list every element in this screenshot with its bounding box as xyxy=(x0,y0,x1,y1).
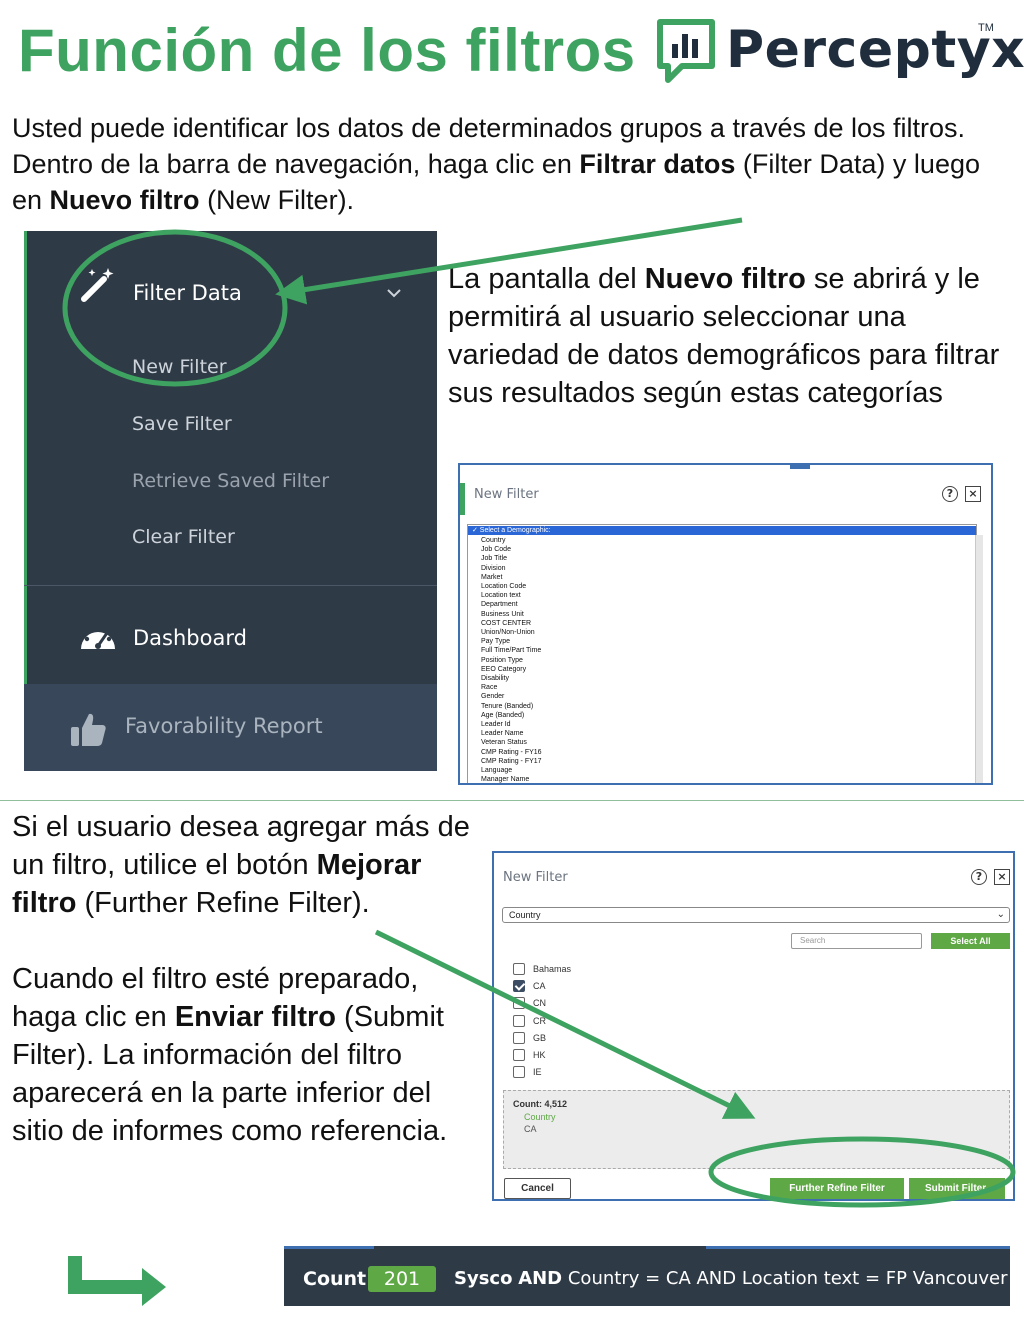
checkbox[interactable] xyxy=(513,963,525,975)
dropdown-option[interactable]: Union/Non-Union xyxy=(481,628,542,637)
dropdown-option[interactable]: Tenure (Banded) xyxy=(481,702,542,711)
sidebar-item-dashboard[interactable]: Dashboard xyxy=(133,626,247,650)
checkbox-label: Bahamas xyxy=(533,964,572,974)
sidebar-item-favorability-report-row[interactable]: Favorability Report xyxy=(24,684,437,771)
chart-bubble-icon xyxy=(657,19,715,83)
dropdown-option[interactable]: Age (Banded) xyxy=(481,711,542,720)
checkbox-label: CN xyxy=(533,998,546,1009)
filter-count-bar: Count: 201 Sysco AND Country = CA AND Lo… xyxy=(284,1246,1010,1306)
checkbox[interactable] xyxy=(513,1014,525,1027)
sidebar-item-filter-data[interactable]: Filter Data xyxy=(133,281,242,305)
dropdown-selected-option[interactable]: ✓ Select a Demographic: xyxy=(468,526,976,535)
magic-wand-icon xyxy=(81,268,114,302)
summary-value: CA xyxy=(524,1124,537,1134)
dropdown-option[interactable]: Country xyxy=(481,536,542,545)
checkbox-label: GB xyxy=(533,1032,547,1043)
checkbox-label: IE xyxy=(533,1067,542,1078)
dropdown-option[interactable]: Department xyxy=(481,600,542,609)
chevron-down-icon[interactable] xyxy=(386,288,402,298)
dropdown-option[interactable]: Leader Name xyxy=(481,729,542,738)
dropdown-option[interactable]: EEO Category xyxy=(481,665,542,674)
sidebar-item-new-filter[interactable]: New Filter xyxy=(132,356,227,378)
checkbox-label: CA xyxy=(533,981,546,992)
dropdown-option[interactable]: Job Code xyxy=(481,545,542,554)
sidebar-item-save-filter[interactable]: Save Filter xyxy=(132,413,232,435)
close-icon[interactable]: × xyxy=(994,869,1010,885)
sidebar-divider xyxy=(24,585,437,586)
modal-title: New Filter xyxy=(503,870,568,885)
checkbox[interactable] xyxy=(513,997,525,1010)
dropdown-option[interactable]: Race xyxy=(481,683,542,692)
page-title: Función de los filtros xyxy=(18,17,636,84)
chevron-down-icon: ⌄ xyxy=(996,909,1005,920)
dropdown-option[interactable]: Market xyxy=(481,573,542,582)
sidebar-item-clear-filter[interactable]: Clear Filter xyxy=(132,526,235,548)
help-icon[interactable]: ? xyxy=(942,486,958,502)
dropdown-option[interactable]: Disability xyxy=(481,674,542,683)
dropdown-option[interactable]: COST CENTER xyxy=(481,619,542,628)
modal-title: New Filter xyxy=(474,487,539,502)
filter-summary-box: Count: 4,512 Country CA xyxy=(503,1090,1010,1169)
demographic-dropdown-list[interactable]: ✓ Select a Demographic: Country Job Code J… xyxy=(467,524,983,783)
summary-category: Country xyxy=(524,1112,556,1122)
dropdown-option[interactable]: Language xyxy=(481,766,542,775)
dropdown-option[interactable]: Job Title xyxy=(481,554,542,563)
demographic-select[interactable]: Country ⌄ xyxy=(502,907,1010,923)
new-filter-modal-dropdown: New Filter ? × ✓ Select a Demographic: C… xyxy=(458,463,993,785)
checkbox[interactable] xyxy=(513,980,525,993)
thumbs-up-icon xyxy=(71,713,106,746)
count-bar-filter-text: Sysco AND Country = CA AND Location text… xyxy=(454,1268,1008,1289)
dropdown-option[interactable]: Pay Type xyxy=(481,637,542,646)
sidebar-navigation: Filter Data New Filter Save Filter Retri… xyxy=(24,231,437,771)
select-all-button[interactable]: Select All xyxy=(931,933,1010,949)
dropdown-option[interactable]: Veteran Status xyxy=(481,738,542,747)
dropdown-option[interactable]: Manager Name xyxy=(481,775,542,783)
dropdown-option[interactable]: CMP Rating - FY16 xyxy=(481,748,542,757)
dropdown-option[interactable]: Division xyxy=(481,564,542,573)
intro-paragraph: Usted puede identificar los datos de det… xyxy=(12,113,980,215)
perceptyx-logo: Perceptyx TM xyxy=(654,18,1024,86)
sidebar-item-favorability-report[interactable]: Favorability Report xyxy=(125,714,323,738)
count-label: Count: 4,512 xyxy=(513,1099,568,1109)
checkbox[interactable] xyxy=(513,1031,525,1044)
checkbox-label: CR xyxy=(533,1015,546,1026)
new-filter-description: La pantalla del Nuevo filtro se abrirá y… xyxy=(448,263,1000,409)
dropdown-option[interactable]: Business Unit xyxy=(481,610,542,619)
checkbox-label: HK xyxy=(533,1050,546,1060)
count-bar-value: 201 xyxy=(368,1266,436,1292)
logo-trademark: TM xyxy=(978,22,994,34)
bold-enviar-filtro: Enviar filtro xyxy=(174,1001,336,1033)
sidebar-item-retrieve-saved-filter[interactable]: Retrieve Saved Filter xyxy=(132,470,329,492)
dropdown-option[interactable]: CMP Rating - FY17 xyxy=(481,757,542,766)
new-filter-modal-country: New Filter ? × Country ⌄ Search Select A… xyxy=(492,851,1015,1201)
submit-paragraph: Cuando el filtro esté preparado, haga cl… xyxy=(12,963,448,1147)
speedometer-icon xyxy=(81,624,115,649)
cancel-button[interactable]: Cancel xyxy=(504,1178,571,1199)
dropdown-option[interactable]: Gender xyxy=(481,692,542,701)
dropdown-option[interactable]: Full Time/Part Time xyxy=(481,646,542,655)
dropdown-options: Country Job Code Job Title Division Market Lo… xyxy=(481,536,542,783)
submit-filter-button[interactable]: Submit Filter xyxy=(909,1178,1005,1199)
checkbox[interactable] xyxy=(513,1049,525,1061)
dropdown-option[interactable]: Position Type xyxy=(481,656,542,665)
dropdown-option[interactable]: Leader Id xyxy=(481,720,542,729)
turn-arrow-icon xyxy=(68,1256,166,1306)
refine-submit-instructions: Si el usuario desea agregar más de un fi… xyxy=(12,808,482,1150)
intro-bold-new-filter: Nuevo filtro xyxy=(49,185,200,215)
dropdown-option[interactable]: Location Code xyxy=(481,582,542,591)
count-bar-label: Count: xyxy=(303,1268,374,1290)
checkbox[interactable] xyxy=(513,1066,525,1079)
search-input[interactable]: Search xyxy=(791,933,922,949)
further-refine-filter-button[interactable]: Further Refine Filter xyxy=(770,1178,904,1199)
intro-bold-filter-data: Filtrar datos xyxy=(579,149,736,179)
para-bold-new-filter: Nuevo filtro xyxy=(644,263,806,295)
help-icon[interactable]: ? xyxy=(971,869,987,885)
refine-paragraph: Si el usuario desea agregar más de un fi… xyxy=(12,811,470,919)
dropdown-scrollbar[interactable] xyxy=(975,535,983,783)
dropdown-option[interactable]: Location text xyxy=(481,591,542,600)
sidebar-active-accent xyxy=(24,231,27,685)
close-icon[interactable]: × xyxy=(965,486,981,502)
section-divider xyxy=(0,800,1024,801)
